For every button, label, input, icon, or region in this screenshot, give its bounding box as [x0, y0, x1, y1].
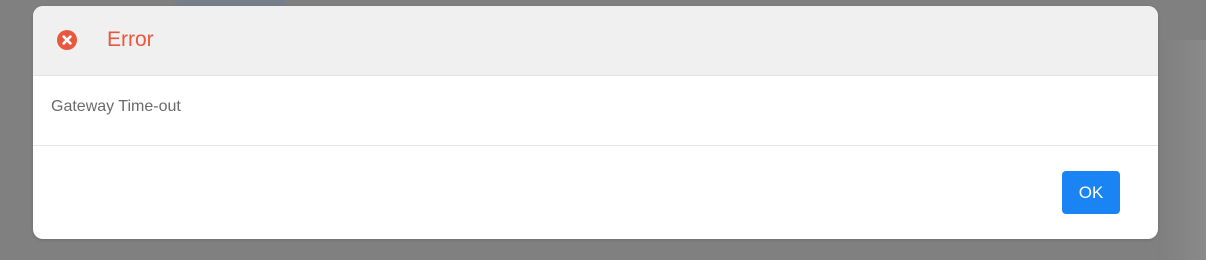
dialog-body: Gateway Time-out — [33, 76, 1158, 146]
dialog-header: Error — [33, 6, 1158, 76]
ok-button[interactable]: OK — [1062, 171, 1120, 214]
error-message: Gateway Time-out — [51, 98, 181, 115]
background-shade — [1158, 40, 1206, 260]
error-dialog: Error Gateway Time-out OK — [33, 6, 1158, 239]
error-circle-x-icon — [57, 30, 77, 50]
dialog-title: Error — [107, 28, 154, 51]
dialog-footer: OK — [33, 146, 1158, 239]
